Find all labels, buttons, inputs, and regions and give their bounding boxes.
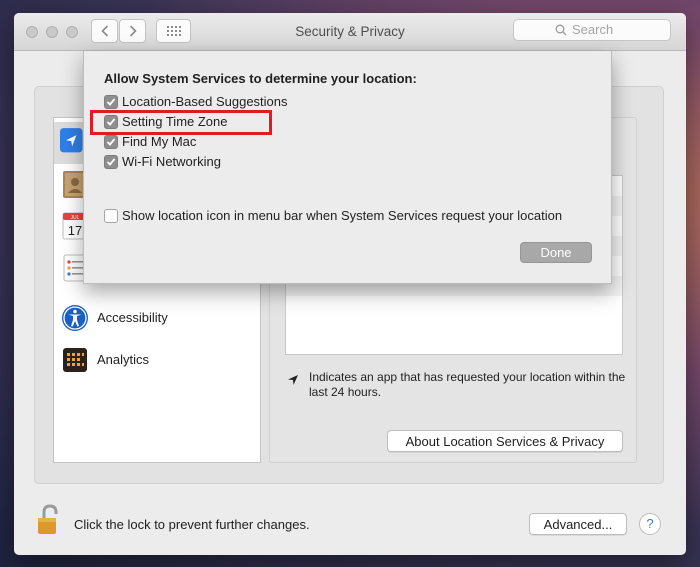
checkbox[interactable] <box>104 155 118 169</box>
lock-instruction: Click the lock to prevent further change… <box>74 517 310 532</box>
sidebar-item-analytics[interactable]: Analytics <box>54 340 260 382</box>
location-arrow-icon <box>288 375 298 385</box>
option-label: Location-Based Suggestions <box>122 94 288 109</box>
calendar-day: 17 <box>68 223 82 238</box>
help-button[interactable]: ? <box>639 513 661 535</box>
option-label: Wi-Fi Networking <box>122 154 221 169</box>
checkmark-icon <box>106 158 116 166</box>
option-label: Show location icon in menu bar when Syst… <box>122 208 563 223</box>
sheet-title: Allow System Services to determine your … <box>104 71 417 86</box>
accessibility-icon <box>62 305 88 331</box>
about-location-services-button[interactable]: About Location Services & Privacy <box>387 430 623 452</box>
unlocked-padlock-icon[interactable] <box>36 504 64 538</box>
search-icon <box>555 24 567 36</box>
system-services-sheet: Allow System Services to determine your … <box>83 51 612 284</box>
checkmark-icon <box>106 138 116 146</box>
sidebar-item-accessibility[interactable]: Accessibility <box>54 298 260 340</box>
calendar-month: JUL <box>71 215 80 221</box>
checkbox[interactable] <box>104 135 118 149</box>
annotation-highlight-box <box>90 110 272 135</box>
checkbox[interactable] <box>104 95 118 109</box>
advanced-button[interactable]: Advanced... <box>529 513 627 535</box>
checkbox[interactable] <box>104 209 118 223</box>
sidebar-item-label: Accessibility <box>97 310 168 325</box>
search-input[interactable] <box>572 22 662 37</box>
sidebar-item-label: Analytics <box>97 352 150 367</box>
search-field[interactable] <box>513 19 671 41</box>
option-label: Find My Mac <box>122 134 197 149</box>
title-bar: Security & Privacy <box>14 13 686 51</box>
checkmark-icon <box>106 98 116 106</box>
recent-location-hint: Indicates an app that has requested your… <box>309 370 626 399</box>
done-button[interactable]: Done <box>520 242 592 263</box>
analytics-icon <box>63 348 87 372</box>
